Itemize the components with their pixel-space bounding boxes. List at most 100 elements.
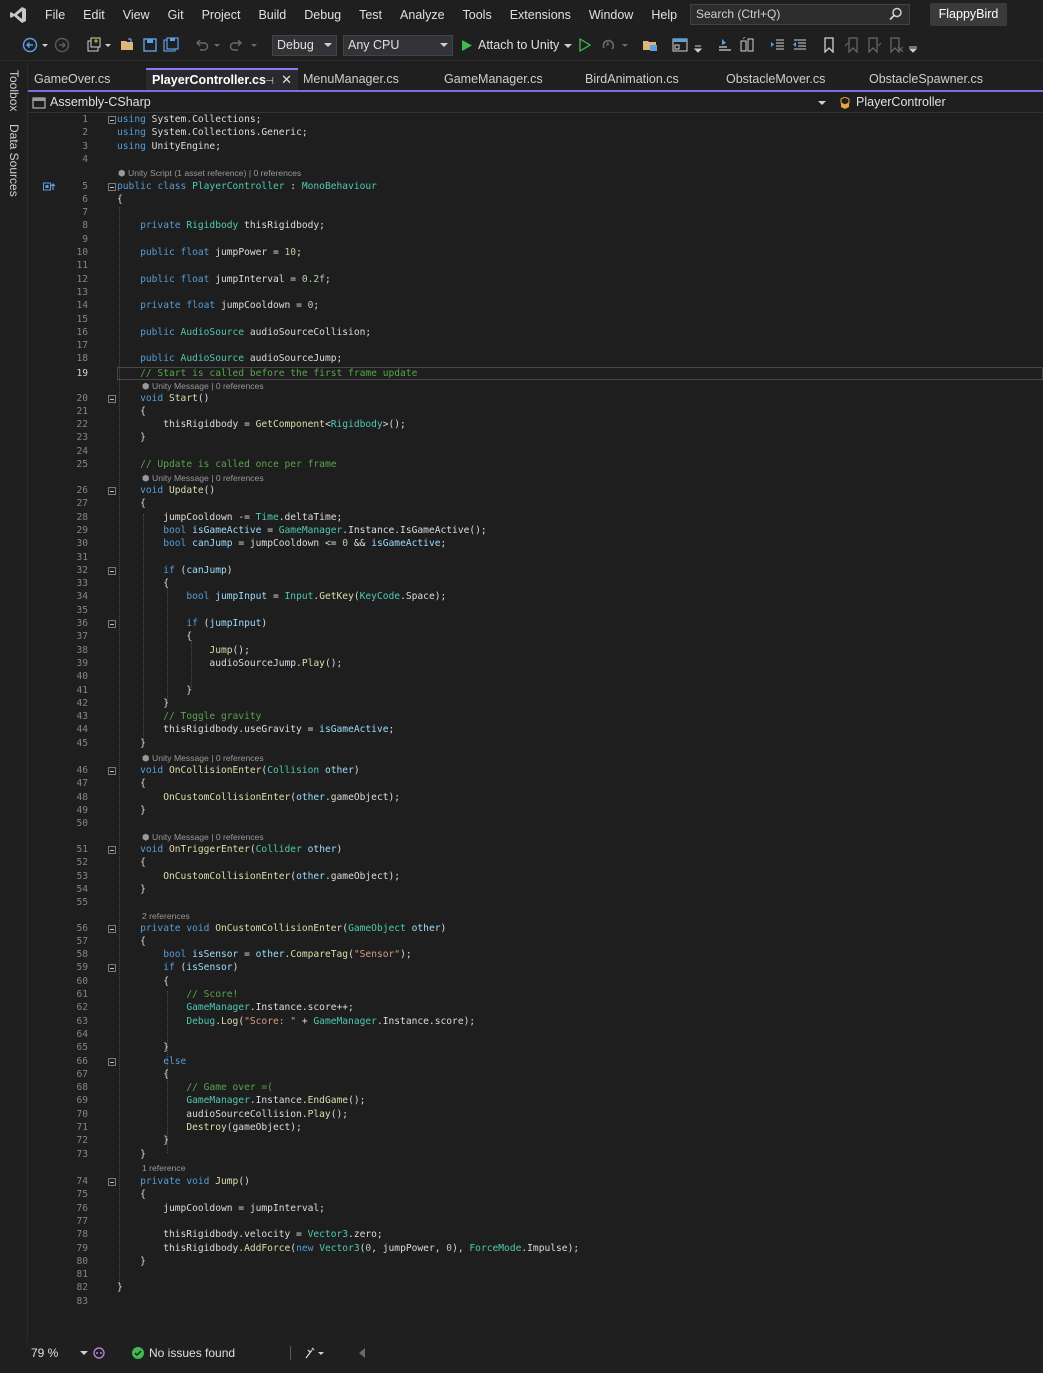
attach-to-unity-button[interactable]: Attach to Unity	[461, 35, 573, 56]
copilot-icon[interactable]	[92, 1346, 106, 1360]
issues-indicator[interactable]: No issues found	[132, 1345, 235, 1361]
platform-dropdown[interactable]: Any CPU	[343, 35, 453, 56]
collapse-icon[interactable]	[108, 487, 116, 495]
collapse-icon[interactable]	[108, 1057, 116, 1066]
split-icon[interactable]	[739, 37, 755, 53]
collapse-icon[interactable]	[108, 964, 116, 973]
menu-window[interactable]: Window	[580, 0, 642, 30]
menu-help[interactable]: Help	[642, 0, 686, 30]
back-icon[interactable]	[22, 37, 38, 53]
tab-obstaclespawner[interactable]: ObstacleSpawner.cs	[863, 68, 1015, 90]
menu-test[interactable]: Test	[350, 0, 391, 30]
clear-bookmarks-icon[interactable]	[888, 37, 904, 53]
outdent-icon[interactable]	[770, 37, 786, 53]
tab-birdanimation[interactable]: BirdAnimation.cs	[579, 68, 720, 90]
hot-reload-icon[interactable]	[601, 37, 617, 53]
configuration-dropdown[interactable]: Debug	[272, 35, 337, 56]
data-sources-tab[interactable]: Data Sources	[7, 124, 21, 197]
menu-project[interactable]: Project	[193, 0, 250, 30]
codelens[interactable]: ⬢ Unity Script (1 asset reference) | 0 r…	[28, 167, 1043, 179]
pin-icon[interactable]: ⊣	[265, 72, 274, 92]
solution-name-badge[interactable]: FlappyBird	[930, 3, 1007, 26]
hot-reload-dropdown-icon[interactable]	[621, 37, 629, 53]
menu-tools[interactable]: Tools	[454, 0, 501, 30]
menu-view[interactable]: View	[114, 0, 159, 30]
collapse-icon[interactable]	[108, 182, 116, 191]
menu-git[interactable]: Git	[159, 0, 193, 30]
code-line: 68 // Game over =(	[76, 1082, 273, 1094]
toolbar-overflow-icon[interactable]	[908, 37, 918, 53]
search-input[interactable]: Search (Ctrl+Q)	[690, 4, 910, 25]
undo-icon[interactable]	[194, 37, 210, 53]
menu-analyze[interactable]: Analyze	[391, 0, 453, 30]
tab-gamemanager[interactable]: GameManager.cs	[438, 68, 579, 90]
previous-bookmark-icon[interactable]	[844, 37, 860, 53]
collapse-icon[interactable]	[108, 924, 116, 933]
scroll-left-icon[interactable]	[358, 1348, 366, 1358]
code-cleanup-icon[interactable]	[304, 1346, 326, 1360]
code-line: 12 public float jumpInterval = 0.2f;	[76, 273, 331, 285]
collapse-icon[interactable]	[108, 767, 116, 775]
code-line: 45 }	[76, 737, 146, 749]
solution-explorer-icon[interactable]	[642, 37, 659, 53]
tab-gameover[interactable]: GameOver.cs	[28, 68, 146, 90]
collapse-icon[interactable]	[108, 394, 116, 403]
codelens[interactable]: ⬢ Unity Message | 0 references	[28, 380, 1043, 392]
separator	[290, 1346, 291, 1360]
search-placeholder: Search (Ctrl+Q)	[696, 7, 781, 21]
tab-obstaclemover[interactable]: ObstacleMover.cs	[720, 68, 863, 90]
code-editor[interactable]: 1 using System.Collections; 2 using System…	[28, 113, 1043, 1341]
menu-debug[interactable]: Debug	[295, 0, 350, 30]
codelens[interactable]: ⬢ Unity Message | 0 references	[28, 752, 1043, 764]
bookmark-icon[interactable]	[822, 37, 836, 53]
redo-dropdown-icon[interactable]	[250, 37, 258, 53]
layout-dropdown-icon[interactable]	[694, 37, 702, 53]
indent-icon[interactable]	[792, 37, 808, 53]
new-project-icon[interactable]	[86, 37, 102, 53]
code-line: 4	[82, 153, 88, 165]
codelens[interactable]: ⬢ Unity Message | 0 references	[28, 472, 1043, 484]
code-line: 66 else	[76, 1055, 187, 1067]
close-icon[interactable]: ✕	[281, 70, 292, 90]
code-line: 62 GameManager.Instance.score++;	[76, 1002, 354, 1014]
toolbox-tab[interactable]: Toolbox	[7, 70, 21, 111]
attach-label: Attach to Unity	[478, 38, 560, 52]
collapse-icon[interactable]	[108, 1178, 116, 1186]
collapse-icon[interactable]	[108, 846, 116, 854]
save-icon[interactable]	[142, 37, 158, 53]
code-line: 57 {	[76, 935, 146, 947]
collapse-icon[interactable]	[108, 620, 116, 628]
next-bookmark-icon[interactable]	[866, 37, 882, 53]
code-line: 16 public AudioSource audioSourceCollisi…	[76, 326, 372, 338]
codelens[interactable]: 1 reference	[28, 1162, 1043, 1174]
save-all-icon[interactable]	[163, 37, 179, 53]
code-line: 15	[76, 313, 88, 325]
start-without-debugging-icon[interactable]	[578, 37, 592, 53]
layout-icon[interactable]	[672, 37, 688, 53]
back-dropdown-icon[interactable]	[41, 37, 49, 53]
menu-build[interactable]: Build	[249, 0, 295, 30]
open-folder-icon[interactable]	[120, 37, 136, 53]
code-line: 11	[76, 260, 88, 272]
menu-edit[interactable]: Edit	[74, 0, 114, 30]
collapse-icon[interactable]	[108, 566, 116, 575]
codelens[interactable]: ⬢ Unity Message | 0 references	[28, 831, 1043, 843]
platform-value: Any CPU	[348, 38, 400, 52]
menu-file[interactable]: File	[36, 0, 74, 30]
tab-playercontroller[interactable]: PlayerController.cs ⊣ ✕	[146, 68, 298, 90]
menu-extensions[interactable]: Extensions	[501, 0, 580, 30]
code-line: 13	[76, 286, 88, 298]
forward-icon[interactable]	[54, 37, 70, 53]
project-dropdown[interactable]: Assembly-CSharp	[32, 94, 151, 111]
step-into-icon[interactable]	[717, 37, 733, 53]
csharp-project-icon	[32, 97, 46, 108]
collapse-icon[interactable]	[108, 116, 116, 124]
new-dropdown-icon[interactable]	[104, 37, 112, 53]
type-dropdown[interactable]: PlayerController	[818, 94, 946, 111]
visual-studio-logo-icon[interactable]	[0, 0, 36, 30]
codelens[interactable]: 2 references	[28, 910, 1043, 922]
tab-menumanager[interactable]: MenuManager.cs	[297, 68, 438, 90]
zoom-dropdown[interactable]: 79 %	[31, 1345, 88, 1361]
redo-icon[interactable]	[228, 37, 244, 53]
undo-dropdown-icon[interactable]	[213, 37, 221, 53]
